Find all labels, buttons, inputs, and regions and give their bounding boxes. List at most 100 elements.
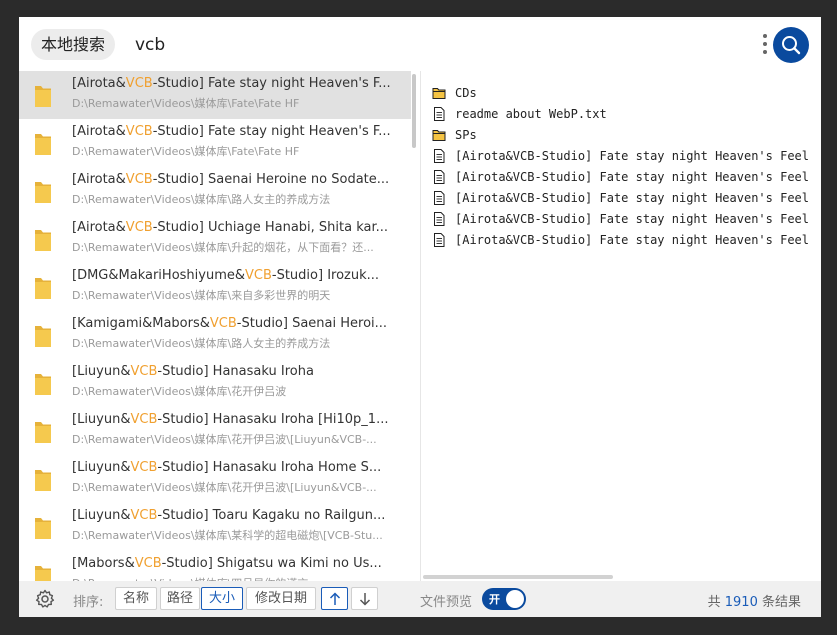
folder-icon (35, 278, 51, 299)
pane-divider[interactable] (420, 71, 421, 581)
result-title-text: [Airota& (72, 220, 126, 235)
folder-icon (35, 182, 51, 203)
result-title: [Mabors&VCB-Studio] Shigatsu wa Kimi no … (72, 555, 402, 573)
result-title-rest: -Studio] Hanasaku Iroha (157, 364, 314, 379)
result-item[interactable]: [Liuyun&VCB-Studio] Hanasaku Iroha D:\Rem… (19, 359, 411, 407)
result-title: [Liuyun&VCB-Studio] Hanasaku Iroha [Hi10… (72, 411, 402, 429)
result-title-text: [Liuyun& (72, 412, 131, 427)
result-count: 共 1910 条结果 (708, 591, 801, 610)
preview-entry[interactable]: SPs (429, 125, 821, 146)
preview-entry-name: SPs (455, 128, 477, 142)
result-title-rest: -Studio] Shigatsu wa Kimi no Us... (161, 556, 382, 571)
result-path: D:\Remawater\Videos\媒体库\Fate\Fate HF (72, 145, 300, 158)
result-title: [Kamigami&Mabors&VCB-Studio] Saenai Hero… (72, 315, 402, 333)
result-title-highlight: VCB (134, 556, 162, 571)
sort-descending-button[interactable] (351, 587, 378, 610)
search-bar: 本地搜索 (19, 17, 821, 71)
search-input[interactable] (135, 30, 735, 60)
result-item[interactable]: [Kamigami&Mabors&VCB-Studio] Saenai Hero… (19, 311, 411, 359)
result-title-rest: -Studio] Hanasaku Iroha [Hi10p_1... (157, 412, 389, 427)
file-icon (434, 191, 445, 205)
result-title-highlight: VCB (130, 460, 158, 475)
result-title-highlight: VCB (125, 220, 153, 235)
result-title-highlight: VCB (125, 172, 153, 187)
folder-icon (432, 130, 446, 141)
file-icon (434, 170, 445, 184)
preview-entry[interactable]: [Airota&VCB-Studio] Fate stay night Heav… (429, 230, 821, 251)
result-title-rest: -Studio] Saenai Heroine no Sodate... (152, 172, 390, 187)
result-item[interactable]: [Liuyun&VCB-Studio] Toaru Kagaku no Rail… (19, 503, 411, 551)
preview-entry[interactable]: [Airota&VCB-Studio] Fate stay night Heav… (429, 209, 821, 230)
count-suffix: 条结果 (761, 595, 801, 610)
result-title: [Liuyun&VCB-Studio] Toaru Kagaku no Rail… (72, 507, 402, 525)
sort-path-button[interactable]: 路径 (160, 587, 200, 610)
file-icon (434, 149, 445, 163)
result-title-highlight: VCB (130, 412, 158, 427)
folder-icon (35, 134, 51, 155)
file-icon (434, 212, 445, 226)
result-title-highlight: VCB (125, 124, 153, 139)
result-path: D:\Remawater\Videos\媒体库\花开伊吕波 (72, 385, 287, 398)
result-title-rest: -Studio] Irozuk... (271, 268, 380, 283)
result-title-rest: -Studio] Toaru Kagaku no Railgun... (157, 508, 386, 523)
result-title: [Airota&VCB-Studio] Saenai Heroine no So… (72, 171, 402, 189)
result-item[interactable]: [DMG&MakariHoshiyume&VCB-Studio] Irozuk.… (19, 263, 411, 311)
result-path: D:\Remawater\Videos\媒体库\花开伊吕波\[Liuyun&VC… (72, 481, 377, 494)
preview-entry[interactable]: readme about WebP.txt (429, 104, 821, 125)
folder-icon (35, 374, 51, 395)
preview-entry-name: [Airota&VCB-Studio] Fate stay night Heav… (455, 191, 810, 205)
sort-ascending-button[interactable] (321, 587, 348, 610)
search-scope-button[interactable]: 本地搜索 (31, 29, 116, 60)
preview-entry-name: [Airota&VCB-Studio] Fate stay night Heav… (455, 149, 810, 163)
file-preview-toggle[interactable]: 开 (482, 588, 526, 610)
results-list: [Airota&VCB-Studio] Fate stay night Heav… (19, 71, 420, 581)
search-button[interactable] (773, 27, 809, 63)
folder-icon (35, 230, 51, 251)
more-menu-icon[interactable] (761, 34, 769, 58)
preview-entry-name: [Airota&VCB-Studio] Fate stay night Heav… (455, 212, 810, 226)
folder-icon (35, 326, 51, 347)
result-title: [Liuyun&VCB-Studio] Hanasaku Iroha (72, 363, 402, 381)
results-scrollbar[interactable] (412, 74, 416, 148)
gear-icon[interactable] (35, 589, 55, 609)
result-item[interactable]: [Liuyun&VCB-Studio] Hanasaku Iroha Home … (19, 455, 411, 503)
toggle-label: 开 (489, 593, 500, 606)
result-title-text: [Airota& (72, 76, 126, 91)
result-title-rest: -Studio] Saenai Heroi... (236, 316, 388, 331)
result-path: D:\Remawater\Videos\媒体库\来自多彩世界的明天 (72, 289, 331, 302)
folder-icon (35, 86, 51, 107)
result-title-text: [Kamigami&Mabors& (72, 316, 210, 331)
result-item[interactable]: [Airota&VCB-Studio] Uchiage Hanabi, Shit… (19, 215, 411, 263)
result-path: D:\Remawater\Videos\媒体库\某科学的超电磁炮\[VCB-St… (72, 529, 383, 542)
sort-name-button[interactable]: 名称 (115, 587, 157, 610)
result-title-text: [DMG&MakariHoshiyume& (72, 268, 245, 283)
sort-date-button[interactable]: 修改日期 (246, 587, 316, 610)
result-path: D:\Remawater\Videos\媒体库\Fate\Fate HF (72, 97, 300, 110)
file-icon (434, 107, 445, 121)
result-title-text: [Liuyun& (72, 508, 131, 523)
result-title-highlight: VCB (130, 364, 158, 379)
preview-entry[interactable]: [Airota&VCB-Studio] Fate stay night Heav… (429, 188, 821, 209)
result-item[interactable]: [Airota&VCB-Studio] Saenai Heroine no So… (19, 167, 411, 215)
result-title-rest: -Studio] Fate stay night Heaven's F... (152, 76, 391, 91)
result-item[interactable]: [Mabors&VCB-Studio] Shigatsu wa Kimi no … (19, 551, 411, 581)
result-title-text: [Liuyun& (72, 364, 131, 379)
result-item[interactable]: [Liuyun&VCB-Studio] Hanasaku Iroha [Hi10… (19, 407, 411, 455)
result-title-highlight: VCB (130, 508, 158, 523)
search-icon (782, 36, 801, 55)
result-item[interactable]: [Airota&VCB-Studio] Fate stay night Heav… (19, 119, 411, 167)
preview-entry[interactable]: [Airota&VCB-Studio] Fate stay night Heav… (429, 167, 821, 188)
preview-entry[interactable]: [Airota&VCB-Studio] Fate stay night Heav… (429, 146, 821, 167)
preview-entry-name: readme about WebP.txt (455, 107, 607, 121)
count-prefix: 共 (707, 595, 721, 610)
preview-scrollbar[interactable] (423, 575, 613, 579)
preview-entry-name: [Airota&VCB-Studio] Fate stay night Heav… (455, 170, 810, 184)
preview-entry[interactable]: CDs (429, 83, 821, 104)
sort-size-button[interactable]: 大小 (201, 587, 243, 610)
result-title: [Airota&VCB-Studio] Fate stay night Heav… (72, 123, 402, 141)
preview-pane: CDs readme about WebP.txt SPs [Airota&VCB-S… (429, 83, 821, 573)
result-path: D:\Remawater\Videos\媒体库\花开伊吕波\[Liuyun&VC… (72, 433, 377, 446)
arrow-up-icon (329, 592, 341, 605)
result-title-highlight: VCB (125, 76, 153, 91)
result-item[interactable]: [Airota&VCB-Studio] Fate stay night Heav… (19, 71, 411, 119)
